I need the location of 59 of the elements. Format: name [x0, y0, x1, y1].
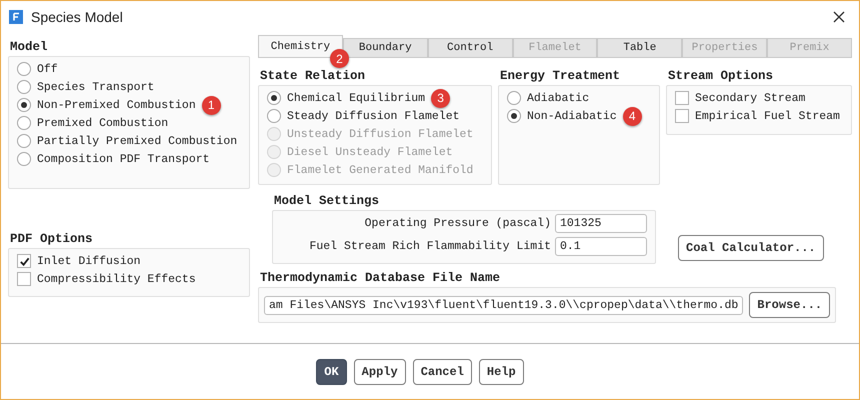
dialog-button[interactable]: Cancel [412, 358, 472, 384]
input-field[interactable]: 101325 [555, 214, 647, 233]
annotation-badge: 1 [202, 96, 221, 114]
option-label: Adiabatic [527, 92, 590, 104]
radio-button[interactable] [267, 109, 281, 123]
tab[interactable]: Control [428, 38, 513, 57]
browse-button[interactable]: Browse... [749, 292, 830, 318]
field-label: Operating Pressure (pascal) [364, 217, 551, 230]
input-field[interactable]: 0.1 [555, 237, 647, 256]
option-label: Premixed Combustion [37, 116, 168, 130]
option-label: Diesel Unsteady Flamelet [287, 146, 453, 158]
field-label: Fuel Stream Rich Flammability Limit [309, 240, 551, 253]
radio-button[interactable] [507, 109, 521, 123]
option-label: Flamelet Generated Manifold [287, 164, 474, 176]
checkbox[interactable] [17, 272, 31, 286]
radio-button[interactable] [507, 91, 521, 105]
option-label: Compressibility Effects [37, 272, 196, 286]
group-heading: Energy Treatment [499, 68, 622, 85]
group-heading: Model Settings [273, 193, 380, 210]
app-icon [9, 10, 23, 24]
group-heading: Thermodynamic Database File Name [259, 270, 502, 287]
radio-button[interactable] [17, 134, 31, 148]
radio-button[interactable] [17, 116, 31, 130]
radio-button[interactable] [17, 80, 31, 94]
option-label: Empirical Fuel Stream [695, 110, 840, 122]
option-label: Non-Adiabatic [527, 110, 617, 122]
option-label: Steady Diffusion Flamelet [287, 110, 460, 122]
option-label: Inlet Diffusion [37, 254, 141, 268]
option-label: Partially Premixed Combustion [37, 134, 238, 148]
checkbox[interactable] [675, 91, 689, 105]
annotation-badge: 2 [330, 49, 349, 68]
radio-button[interactable] [17, 152, 31, 166]
annotation-badge: 3 [431, 88, 450, 108]
group-heading: State Relation [259, 68, 366, 85]
coal-calculator-button[interactable]: Coal Calculator... [678, 235, 824, 261]
radio-button[interactable] [17, 98, 31, 112]
radio-button[interactable] [17, 62, 31, 76]
tab[interactable]: Table [597, 38, 682, 57]
group-heading: PDF Options [9, 231, 94, 248]
close-icon[interactable] [833, 10, 845, 22]
option-label: Unsteady Diffusion Flamelet [287, 128, 474, 140]
input-field[interactable]: am Files\ANSYS Inc\v193\fluent\fluent19.3.0\\cpropep\data\\thermo.db [264, 296, 744, 314]
dialog-button[interactable]: OK [316, 358, 347, 384]
annotation-badge: 4 [622, 106, 642, 126]
option-label: Species Transport [37, 80, 154, 94]
group-heading: Stream Options [667, 68, 774, 85]
option-label: Chemical Equilibrium [287, 92, 426, 104]
tab[interactable]: Boundary [342, 38, 428, 57]
window-title: Species Model [31, 8, 124, 24]
dialog-button[interactable]: Help [478, 358, 524, 384]
group-heading: Model [9, 39, 49, 56]
radio-button[interactable] [267, 91, 281, 105]
option-label: Composition PDF Transport [37, 152, 210, 166]
option-label: Secondary Stream [695, 92, 806, 104]
checkbox[interactable] [675, 109, 689, 123]
dialog-button[interactable]: Apply [354, 358, 406, 384]
option-label: Non-Premixed Combustion [37, 98, 196, 112]
option-label: Off [37, 62, 58, 76]
checkbox[interactable] [17, 254, 31, 268]
